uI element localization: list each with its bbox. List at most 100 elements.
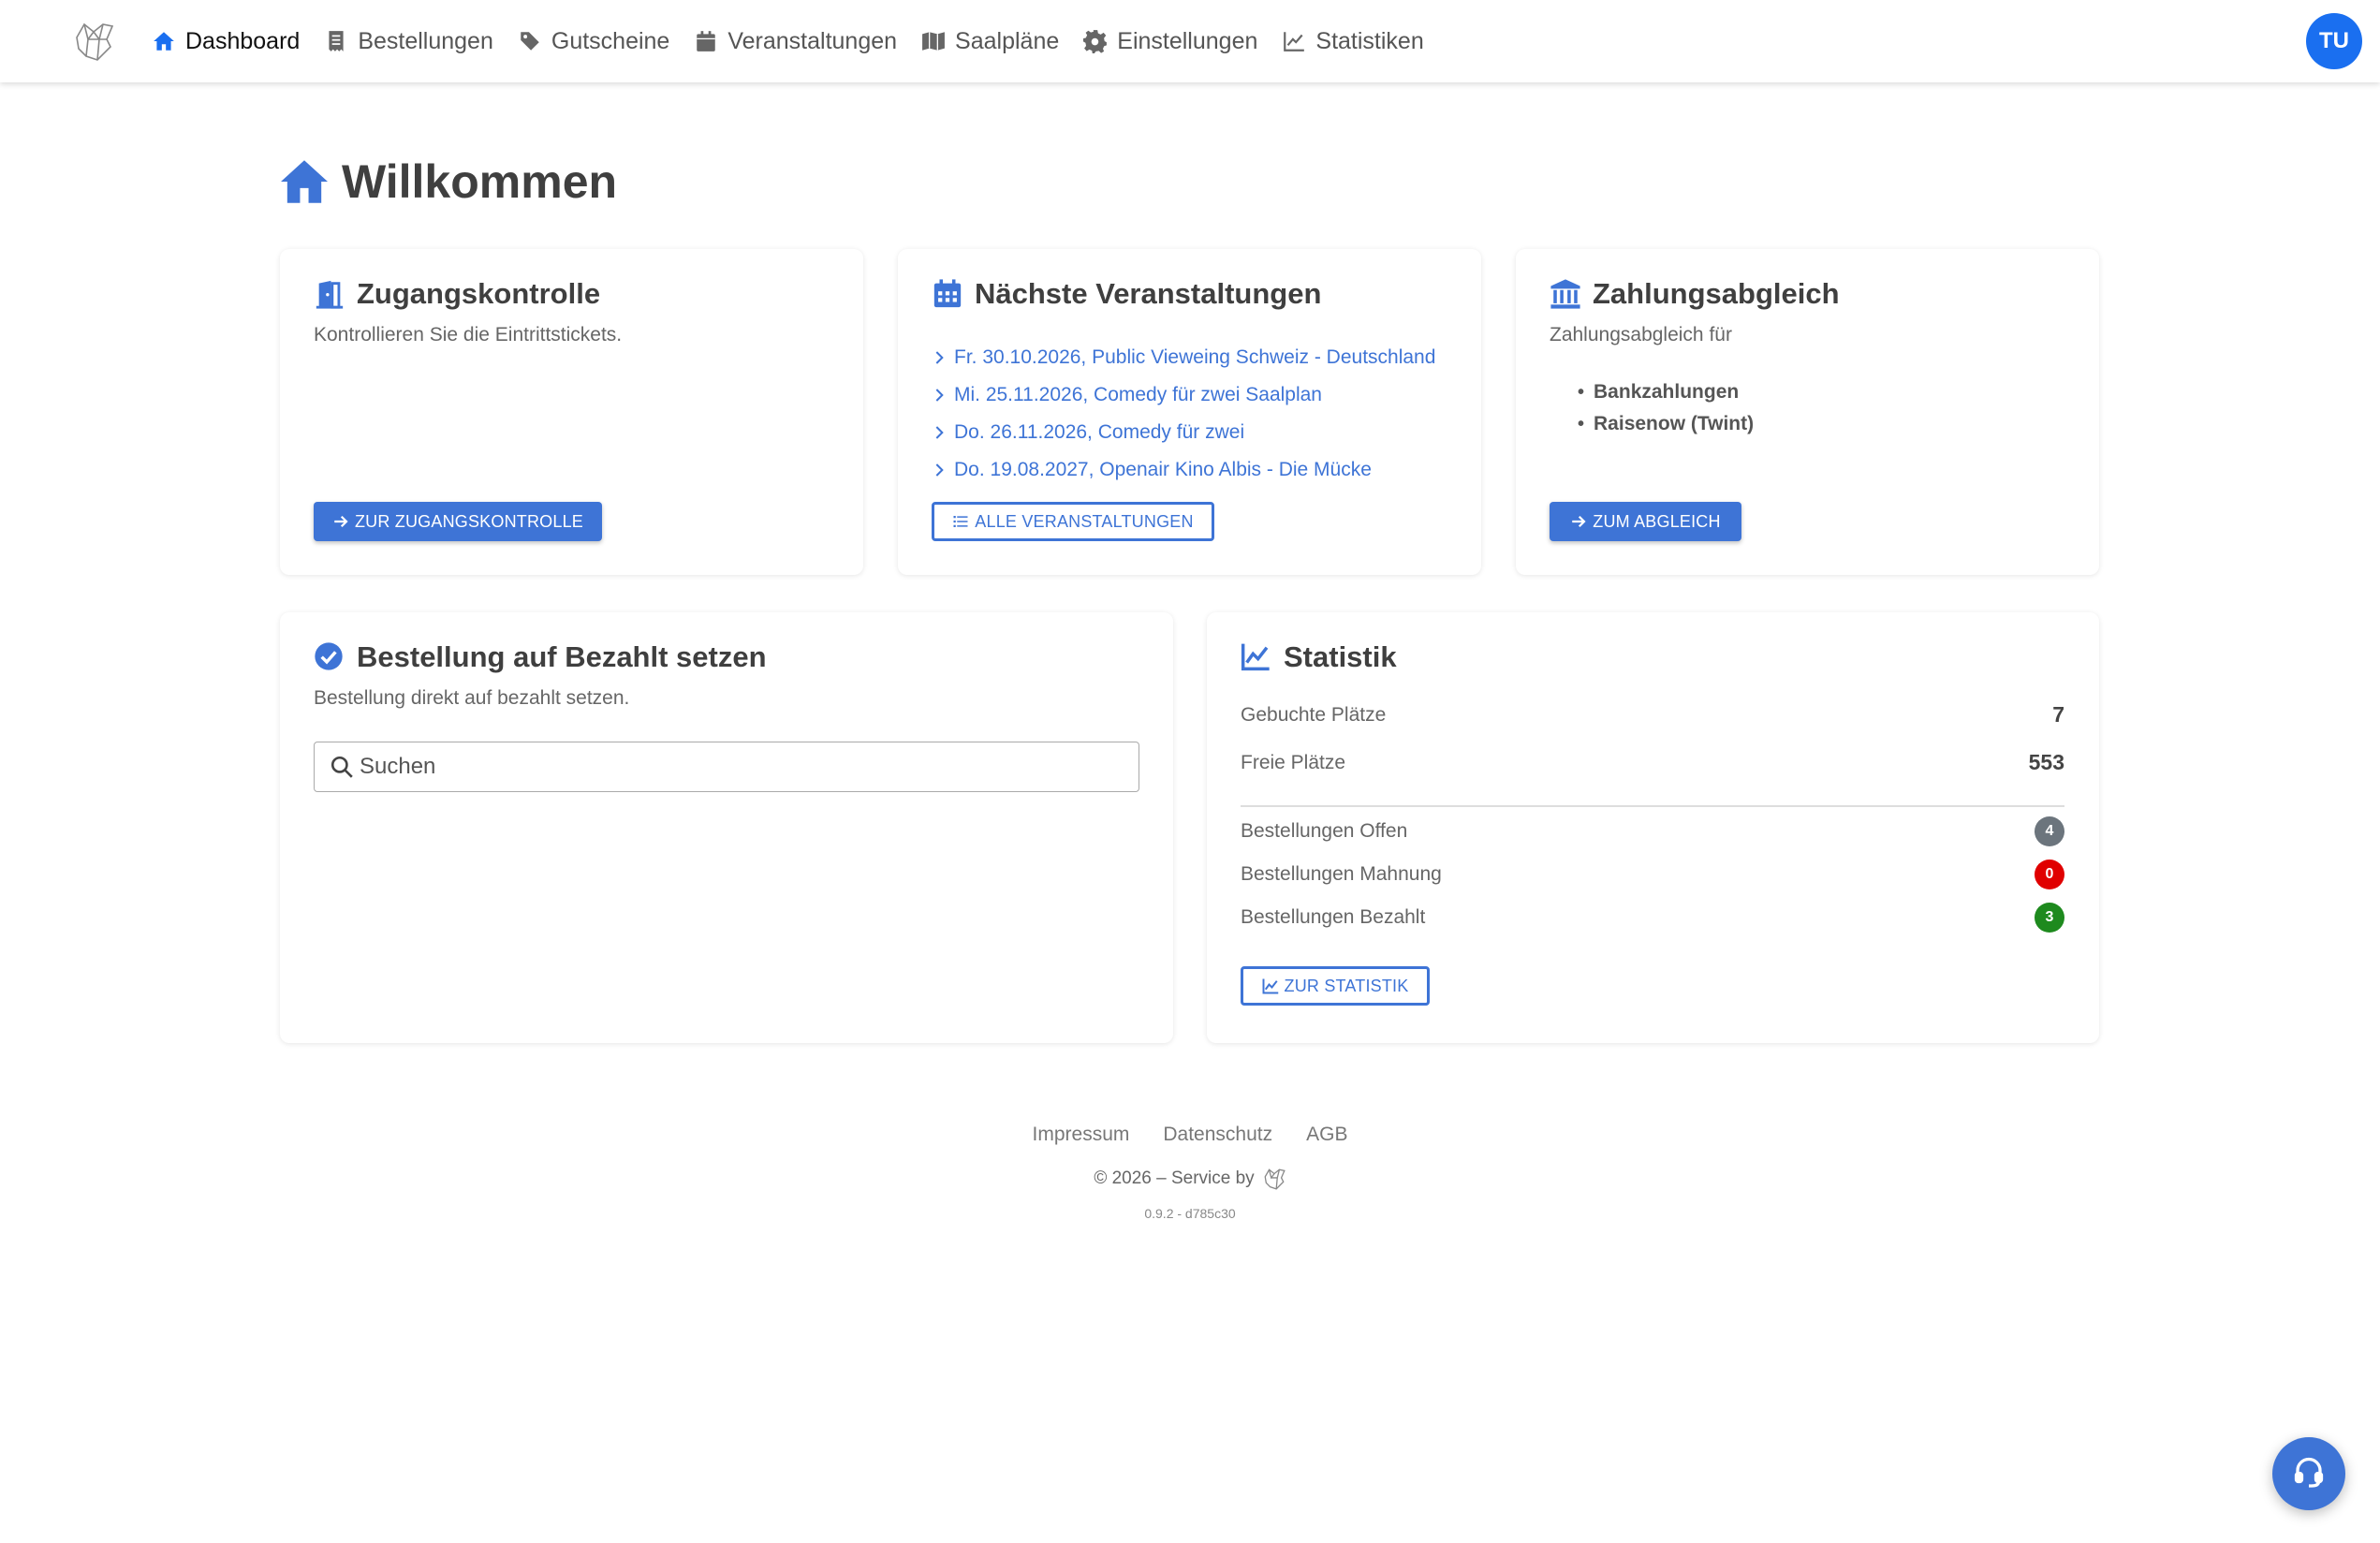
reconciliation-button-label: ZUM ABGLEICH [1593,511,1721,531]
arrow-right-icon [1570,513,1587,530]
orders-paid-row: Bestellungen Bezahlt 3 [1241,903,2064,933]
copyright: © 2026 – Service by [0,1167,2380,1191]
nav-saalplaene-label: Saalpläne [955,27,1060,54]
booked-seats-row: Gebuchte Plätze 7 [1241,702,2064,727]
nav-gutscheine[interactable]: Gutscheine [518,28,669,55]
orders-open-badge: 4 [2035,816,2064,846]
nav-statistiken[interactable]: Statistiken [1282,27,1424,55]
event-link[interactable]: Mi. 25.11.2026, Comedy für zwei Saalplan [932,376,1435,414]
nav-einstellungen[interactable]: Einstellungen [1083,28,1257,55]
payment-methods-list: Bankzahlungen Raisenow (Twint) [1578,376,1754,440]
event-link-text: Do. 19.08.2027, Openair Kino Albis - Die… [954,459,1372,480]
chart-line-icon [1241,641,1272,673]
statistics-button-label: ZUR STATISTIK [1284,976,1409,995]
home-icon [152,29,176,53]
free-seats-label: Freie Plätze [1241,751,1346,773]
check-circle-icon [314,641,345,673]
nav-gutscheine-label: Gutscheine [551,27,670,54]
chart-line-icon [1262,977,1279,994]
free-seats-row: Freie Plätze 553 [1241,750,2064,775]
tag-icon [518,29,542,53]
footer-link-datenschutz[interactable]: Datenschutz [1163,1124,1272,1146]
event-link-text: Fr. 30.10.2026, Public Vieweing Schweiz … [954,346,1436,368]
payment-reconciliation-card: Zahlungsabgleich Zahlungsabgleich für Ba… [1516,249,2099,575]
copyright-text: © 2026 – Service by [1094,1168,1255,1188]
gear-icon [1083,29,1108,53]
orders-reminder-badge: 0 [2035,860,2064,889]
top-navbar: Dashboard Bestellungen Gutscheine Verans… [0,0,2380,82]
nav-bestellungen[interactable]: Bestellungen [324,28,493,55]
all-events-button-label: ALLE VERANSTALTUNGEN [975,511,1194,531]
page-title: Willkommen [278,154,617,209]
booked-seats-label: Gebuchte Plätze [1241,703,1387,726]
orders-reminder-label: Bestellungen Mahnung [1241,863,1442,885]
chevron-right-icon [932,388,947,403]
calendar-icon [932,278,963,310]
access-control-title-text: Zugangskontrolle [357,277,601,310]
statistics-button[interactable]: ZUR STATISTIK [1241,966,1430,1006]
event-link-text: Do. 26.11.2026, Comedy für zwei [954,421,1245,443]
event-link[interactable]: Do. 19.08.2027, Openair Kino Albis - Die… [932,451,1435,489]
nav-bestellungen-label: Bestellungen [358,27,493,54]
payment-reconciliation-title-text: Zahlungsabgleich [1593,277,1840,310]
arrow-right-icon [332,513,349,530]
payment-reconciliation-title: Zahlungsabgleich [1550,277,1840,311]
nav-dashboard-label: Dashboard [185,27,301,54]
statistics-card: Statistik Gebuchte Plätze 7 Freie Plätze… [1207,612,2099,1043]
orders-paid-badge: 3 [2035,903,2064,933]
mark-paid-title: Bestellung auf Bezahlt setzen [314,640,767,674]
upcoming-events-title-text: Nächste Veranstaltungen [975,277,1322,310]
statistics-title-text: Statistik [1284,640,1397,673]
access-control-card: Zugangskontrolle Kontrollieren Sie die E… [280,249,863,575]
event-list: Fr. 30.10.2026, Public Vieweing Schweiz … [932,339,1435,489]
calendar-icon [694,29,718,53]
nav-dashboard[interactable]: Dashboard [152,28,300,55]
access-control-button-label: ZUR ZUGANGSKONTROLLE [354,511,584,531]
footer-link-impressum[interactable]: Impressum [1033,1124,1130,1146]
headset-icon [2292,1455,2326,1493]
order-search-field[interactable] [314,742,1139,792]
receipt-icon [324,29,348,53]
nav-statistiken-label: Statistiken [1315,27,1424,54]
statistics-title: Statistik [1241,640,1397,674]
payment-reconciliation-subtitle: Zahlungsabgleich für [1550,324,1732,345]
home-icon [278,158,331,205]
access-control-button[interactable]: ZUR ZUGANGSKONTROLLE [314,502,602,541]
booked-seats-value: 7 [2052,702,2064,727]
orders-reminder-row: Bestellungen Mahnung 0 [1241,860,2064,889]
orders-paid-label: Bestellungen Bezahlt [1241,906,1426,928]
nav-einstellungen-label: Einstellungen [1117,27,1258,54]
nav-veranstaltungen[interactable]: Veranstaltungen [694,28,897,55]
event-link[interactable]: Do. 26.11.2026, Comedy für zwei [932,414,1435,451]
list-icon [952,513,969,530]
nav-saalplaene[interactable]: Saalpläne [921,28,1059,55]
chevron-right-icon [932,350,947,365]
event-link-text: Mi. 25.11.2026, Comedy für zwei Saalplan [954,384,1322,405]
orders-open-label: Bestellungen Offen [1241,820,1408,842]
footer-links: Impressum Datenschutz AGB [0,1124,2380,1146]
map-icon [921,29,946,53]
upcoming-events-title: Nächste Veranstaltungen [932,277,1321,311]
access-control-subtitle: Kontrollieren Sie die Eintrittstickets. [314,324,623,345]
orders-open-row: Bestellungen Offen 4 [1241,816,2064,846]
search-input[interactable] [360,754,1109,780]
fox-logo-icon[interactable] [71,19,116,64]
mark-paid-title-text: Bestellung auf Bezahlt setzen [357,640,767,673]
all-events-button[interactable]: ALLE VERANSTALTUNGEN [932,502,1214,541]
list-item: Raisenow (Twint) [1578,408,1754,440]
user-avatar[interactable]: TU [2306,13,2362,69]
footer-link-agb[interactable]: AGB [1306,1124,1347,1146]
divider [1241,805,2064,807]
reconciliation-button[interactable]: ZUM ABGLEICH [1550,502,1741,541]
mark-paid-card: Bestellung auf Bezahlt setzen Bestellung… [280,612,1173,1043]
support-chat-button[interactable] [2272,1437,2345,1510]
chevron-right-icon [932,463,947,478]
list-item: Bankzahlungen [1578,376,1754,408]
event-link[interactable]: Fr. 30.10.2026, Public Vieweing Schweiz … [932,339,1435,376]
free-seats-value: 553 [2028,750,2064,774]
door-open-icon [314,278,345,310]
fox-logo-icon[interactable] [1262,1167,1286,1191]
app-version: 0.9.2 - d785c30 [1144,1206,1236,1221]
bank-icon [1550,278,1581,310]
access-control-title: Zugangskontrolle [314,277,600,311]
